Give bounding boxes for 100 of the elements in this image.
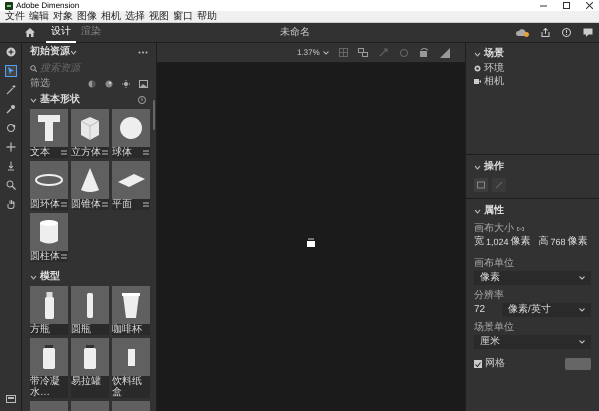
artboard[interactable] <box>307 240 315 246</box>
link-icon[interactable] <box>517 227 524 231</box>
chevron-down-icon[interactable] <box>474 208 481 214</box>
window-title: Adobe Dimension <box>16 2 80 10</box>
ring-drawing <box>35 174 63 186</box>
asset-label: 文本 <box>30 147 50 158</box>
width-value[interactable]: 1,024 <box>486 238 509 246</box>
chevron-down-icon[interactable] <box>70 48 77 56</box>
asset-tile[interactable]: 圆锥体 <box>71 161 109 210</box>
asset-tile[interactable]: 文本 <box>30 109 68 158</box>
cloud-icon[interactable] <box>516 28 529 37</box>
image-filter-icon[interactable] <box>139 80 148 88</box>
menu-item[interactable]: 编辑 <box>28 12 50 22</box>
resolution-value[interactable]: 72 <box>474 305 496 315</box>
chevron-down-icon[interactable] <box>474 164 481 170</box>
down-arrow-icon[interactable] <box>6 161 16 171</box>
asset-label: 易拉罐 <box>71 376 101 387</box>
asset-tile[interactable]: 易拉罐 <box>71 338 109 398</box>
can-drawing <box>42 344 56 370</box>
checkbox[interactable] <box>474 360 482 368</box>
asset-tile[interactable]: 球体 <box>112 109 150 158</box>
bottle-drawing <box>44 290 54 320</box>
menu-item[interactable]: 文件 <box>4 12 26 22</box>
menu-item[interactable]: 窗口 <box>172 12 194 22</box>
asset-tile[interactable]: 平面 <box>112 161 150 210</box>
tab[interactable]: 渲染 <box>76 22 106 42</box>
frame-icon[interactable] <box>474 178 488 192</box>
asset-tile[interactable]: 咖啡杯 <box>112 286 150 335</box>
asset-label: 带冷凝水… <box>30 376 61 398</box>
menu-item[interactable]: 对象 <box>52 12 74 22</box>
dropdown[interactable]: 像素 <box>474 271 591 285</box>
share-icon[interactable] <box>541 28 550 37</box>
material-filter-icon[interactable] <box>105 80 113 88</box>
plane-drawing <box>116 172 146 188</box>
zoom-dropdown[interactable]: 1.37% <box>297 48 329 56</box>
edit-icon <box>143 202 149 207</box>
orbit-icon[interactable] <box>6 123 16 133</box>
panel-title[interactable]: 初始资源 <box>30 47 70 57</box>
chevron-down-icon[interactable] <box>30 274 37 280</box>
menu-item[interactable]: 选择 <box>124 12 146 22</box>
menu-item[interactable]: 图像 <box>76 12 98 22</box>
home-icon[interactable] <box>25 28 35 37</box>
dropdown[interactable]: 厘米 <box>474 335 591 349</box>
section-title[interactable]: 属性 <box>484 206 504 216</box>
unit-label: 像素 <box>568 237 588 247</box>
asset-tile[interactable]: 圆瓶 <box>71 286 109 335</box>
bottle-drawing <box>86 292 94 318</box>
asset-tile[interactable]: 方瓶 <box>30 286 68 335</box>
asset-tile[interactable]: 圆柱体 <box>30 213 68 262</box>
maximize-icon[interactable] <box>563 2 570 9</box>
dropdown[interactable]: 像素/英寸 <box>502 303 591 317</box>
cylinder-drawing <box>39 219 59 245</box>
more-icon[interactable] <box>138 50 148 54</box>
panel-toggle-icon[interactable] <box>6 395 16 403</box>
section-title[interactable]: 操作 <box>484 162 504 172</box>
hand-icon[interactable] <box>6 199 16 209</box>
edit-icon <box>61 202 67 207</box>
shape-filter-icon[interactable] <box>88 80 96 88</box>
section-title[interactable]: 场景 <box>484 49 504 59</box>
field-label: 分辨率 <box>474 291 505 301</box>
chevron-down-icon[interactable] <box>30 96 37 104</box>
chevron-down-icon <box>579 276 585 280</box>
text-shape-drawing <box>37 114 61 142</box>
scene-item[interactable]: 环境 <box>474 62 591 75</box>
close-icon[interactable] <box>586 2 593 9</box>
scrollbar-thumb[interactable] <box>153 100 155 130</box>
scene-item[interactable]: 相机 <box>474 75 591 88</box>
chevron-down-icon[interactable] <box>474 50 481 58</box>
document-title: 未命名 <box>280 28 310 38</box>
menu-item[interactable]: 相机 <box>100 12 122 22</box>
zoom-icon[interactable] <box>6 180 16 190</box>
info-icon[interactable] <box>138 96 146 104</box>
field-label: 画布大小 <box>474 224 514 234</box>
menu-item[interactable]: 视图 <box>148 12 170 22</box>
field-label: 场景单位 <box>474 323 515 333</box>
asset-label: 饮料纸盒 <box>112 376 143 398</box>
grid-color-swatch[interactable] <box>565 358 591 370</box>
wand-icon[interactable] <box>6 85 16 95</box>
comment-icon[interactable] <box>583 28 593 37</box>
add-icon[interactable] <box>6 47 16 57</box>
field-label: 宽 <box>474 237 484 247</box>
menu-item[interactable]: 帮助 <box>196 12 218 22</box>
chevron-down-icon <box>579 308 585 312</box>
info-icon[interactable] <box>562 28 571 37</box>
arrange-icon[interactable] <box>358 48 369 58</box>
section-title[interactable]: 模型 <box>40 272 60 282</box>
camera-icon <box>474 78 481 85</box>
asset-tile[interactable]: 圆环体 <box>30 161 68 210</box>
brush-icon[interactable] <box>6 104 16 114</box>
pointer-icon[interactable] <box>6 66 16 76</box>
check-icon <box>475 362 481 366</box>
asset-tile[interactable]: 带冷凝水… <box>30 338 68 398</box>
asset-tile[interactable]: 立方体 <box>71 109 109 158</box>
move-icon[interactable] <box>6 142 16 152</box>
checkbox-label: 网格 <box>485 359 505 369</box>
light-filter-icon[interactable] <box>122 80 130 88</box>
asset-label: 平面 <box>112 199 132 210</box>
height-value[interactable]: 768 <box>550 238 566 246</box>
section-title[interactable]: 基本形状 <box>40 95 80 105</box>
asset-tile[interactable]: 饮料纸盒 <box>112 338 150 398</box>
